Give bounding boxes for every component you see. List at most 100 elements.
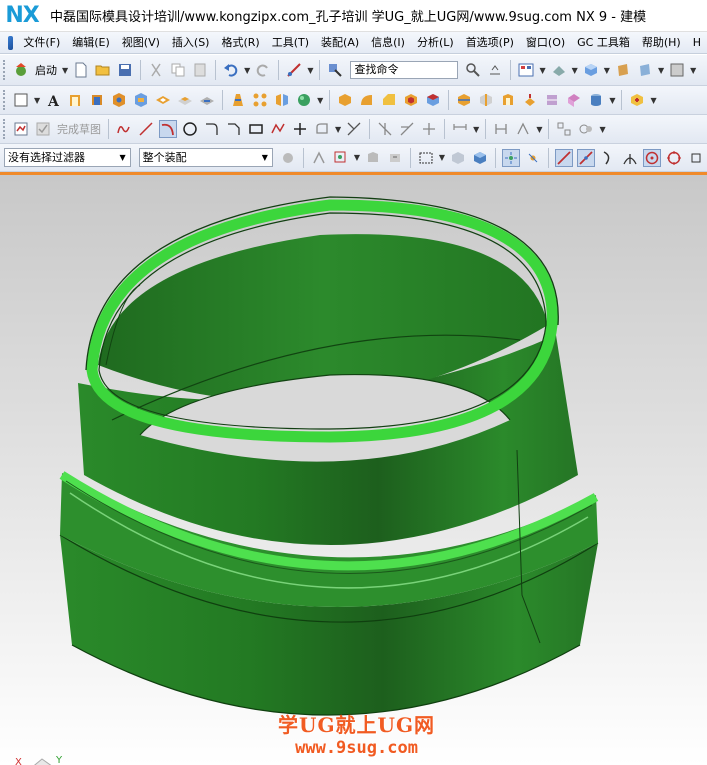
split-body-icon[interactable]: [477, 91, 495, 109]
menu-assembly[interactable]: 装配(A): [315, 32, 365, 53]
background-icon[interactable]: [668, 61, 686, 79]
constraint-icon[interactable]: [492, 120, 510, 138]
trim-icon[interactable]: [345, 120, 363, 138]
circle-icon[interactable]: [181, 120, 199, 138]
dimension-icon[interactable]: [451, 120, 469, 138]
shaded-dropdown-icon[interactable]: ▼: [604, 66, 610, 75]
layout-icon[interactable]: [517, 61, 535, 79]
menu-insert[interactable]: 插入(S): [166, 32, 216, 53]
toolbar-grip[interactable]: [3, 119, 6, 139]
menu-overflow[interactable]: H: [687, 32, 707, 53]
make-corner-icon[interactable]: [420, 120, 438, 138]
offset-face-icon[interactable]: [499, 91, 517, 109]
polygon-icon[interactable]: [269, 120, 287, 138]
text-icon[interactable]: A: [44, 91, 62, 109]
paste-icon[interactable]: [191, 61, 209, 79]
scale-body-icon[interactable]: [521, 91, 539, 109]
menu-view[interactable]: 视图(V): [116, 32, 166, 53]
stepped-ring-model[interactable]: [0, 175, 707, 765]
cylinder-dropdown-icon[interactable]: ▼: [609, 96, 615, 105]
selection-scope-select[interactable]: 整个装配 ▼: [138, 148, 273, 167]
sketch-task-icon[interactable]: [12, 120, 30, 138]
select-body-icon[interactable]: [386, 149, 404, 167]
snap-endpoint-icon[interactable]: [502, 148, 521, 167]
snap-midpoint-icon[interactable]: [524, 149, 542, 167]
save-icon[interactable]: [116, 61, 134, 79]
sphere-icon[interactable]: [295, 91, 313, 109]
component-icon[interactable]: [471, 149, 489, 167]
general-selection-icon[interactable]: [279, 149, 297, 167]
dimension-dropdown-icon[interactable]: ▼: [473, 125, 479, 134]
menu-help[interactable]: 帮助(H): [636, 32, 687, 53]
pattern-icon[interactable]: [251, 91, 269, 109]
background-dropdown-icon[interactable]: ▼: [690, 66, 696, 75]
quick-trim-icon[interactable]: [376, 120, 394, 138]
view-orient-icon[interactable]: [614, 61, 632, 79]
menu-file[interactable]: 文件(F): [17, 32, 66, 53]
undo-icon[interactable]: [222, 61, 240, 79]
point-icon[interactable]: [291, 120, 309, 138]
slot-icon[interactable]: [198, 91, 216, 109]
intersection-curve-icon[interactable]: [577, 120, 595, 138]
shell-icon[interactable]: [402, 91, 420, 109]
snap-intersection-icon[interactable]: [621, 149, 639, 167]
rectangle-icon[interactable]: [247, 120, 265, 138]
search-icon[interactable]: [464, 61, 482, 79]
snap-line-icon[interactable]: [554, 148, 573, 167]
select-feature-icon[interactable]: [310, 149, 328, 167]
type-filter-select[interactable]: 没有选择过滤器 ▼: [4, 148, 131, 167]
copy-icon[interactable]: [169, 61, 187, 79]
shaded-cube-icon[interactable]: [582, 61, 600, 79]
cut-icon[interactable]: [147, 61, 165, 79]
menu-tools[interactable]: 工具(T): [266, 32, 315, 53]
hole-icon[interactable]: [110, 91, 128, 109]
snap-curve-icon[interactable]: [599, 149, 617, 167]
render-dropdown-icon[interactable]: ▼: [572, 66, 578, 75]
menu-analysis[interactable]: 分析(L): [411, 32, 460, 53]
snap-existing-point-icon[interactable]: [687, 149, 705, 167]
snap-center-icon[interactable]: [642, 148, 661, 167]
menu-edit[interactable]: 编辑(E): [66, 32, 116, 53]
selection-arrow-icon[interactable]: [285, 61, 303, 79]
start-icon[interactable]: [12, 61, 30, 79]
constraint-dropdown-icon[interactable]: ▼: [536, 125, 542, 134]
command-finder-icon[interactable]: [326, 61, 344, 79]
finish-sketch-label[interactable]: 完成草图: [57, 121, 101, 137]
sync-modeling-icon[interactable]: [628, 91, 646, 109]
offset-curve-icon[interactable]: [313, 120, 331, 138]
render-style-icon[interactable]: [550, 61, 568, 79]
snap-control-icon[interactable]: [576, 148, 595, 167]
search-options-icon[interactable]: [486, 61, 504, 79]
open-folder-icon[interactable]: [94, 61, 112, 79]
wrap-geometry-icon[interactable]: [543, 91, 561, 109]
view-save-icon[interactable]: [636, 61, 654, 79]
solid-body-icon[interactable]: [449, 149, 467, 167]
revolve-icon[interactable]: [88, 91, 106, 109]
arc-icon[interactable]: [159, 120, 177, 138]
quick-extend-icon[interactable]: [398, 120, 416, 138]
curve-dropdown-icon[interactable]: ▼: [599, 125, 605, 134]
snap-quadrant-icon[interactable]: [665, 149, 683, 167]
rectangle-select-icon[interactable]: [417, 149, 435, 167]
profile-icon[interactable]: [115, 120, 133, 138]
extrude-icon[interactable]: [66, 91, 84, 109]
menu-preferences[interactable]: 首选项(P): [460, 32, 520, 53]
undo-dropdown-icon[interactable]: ▼: [244, 66, 250, 75]
pad-icon[interactable]: [176, 91, 194, 109]
sketch-dropdown-icon[interactable]: ▼: [34, 96, 40, 105]
menu-window[interactable]: 窗口(O): [520, 32, 571, 53]
select-face-icon[interactable]: [364, 149, 382, 167]
sync-dropdown-icon[interactable]: ▼: [650, 96, 656, 105]
chamfer-sketch-icon[interactable]: [225, 120, 243, 138]
line-icon[interactable]: [137, 120, 155, 138]
command-search-input[interactable]: 查找命令: [350, 61, 459, 79]
block-icon[interactable]: [336, 91, 354, 109]
menu-information[interactable]: 信息(I): [365, 32, 411, 53]
selection-dropdown-icon[interactable]: ▼: [307, 66, 313, 75]
finish-sketch-icon[interactable]: [34, 120, 52, 138]
sketch-box-icon[interactable]: [12, 91, 30, 109]
snap-dropdown-icon[interactable]: ▼: [354, 153, 360, 162]
mirror-icon[interactable]: [273, 91, 291, 109]
offset-dropdown-icon[interactable]: ▼: [335, 125, 341, 134]
redo-icon[interactable]: [254, 61, 272, 79]
